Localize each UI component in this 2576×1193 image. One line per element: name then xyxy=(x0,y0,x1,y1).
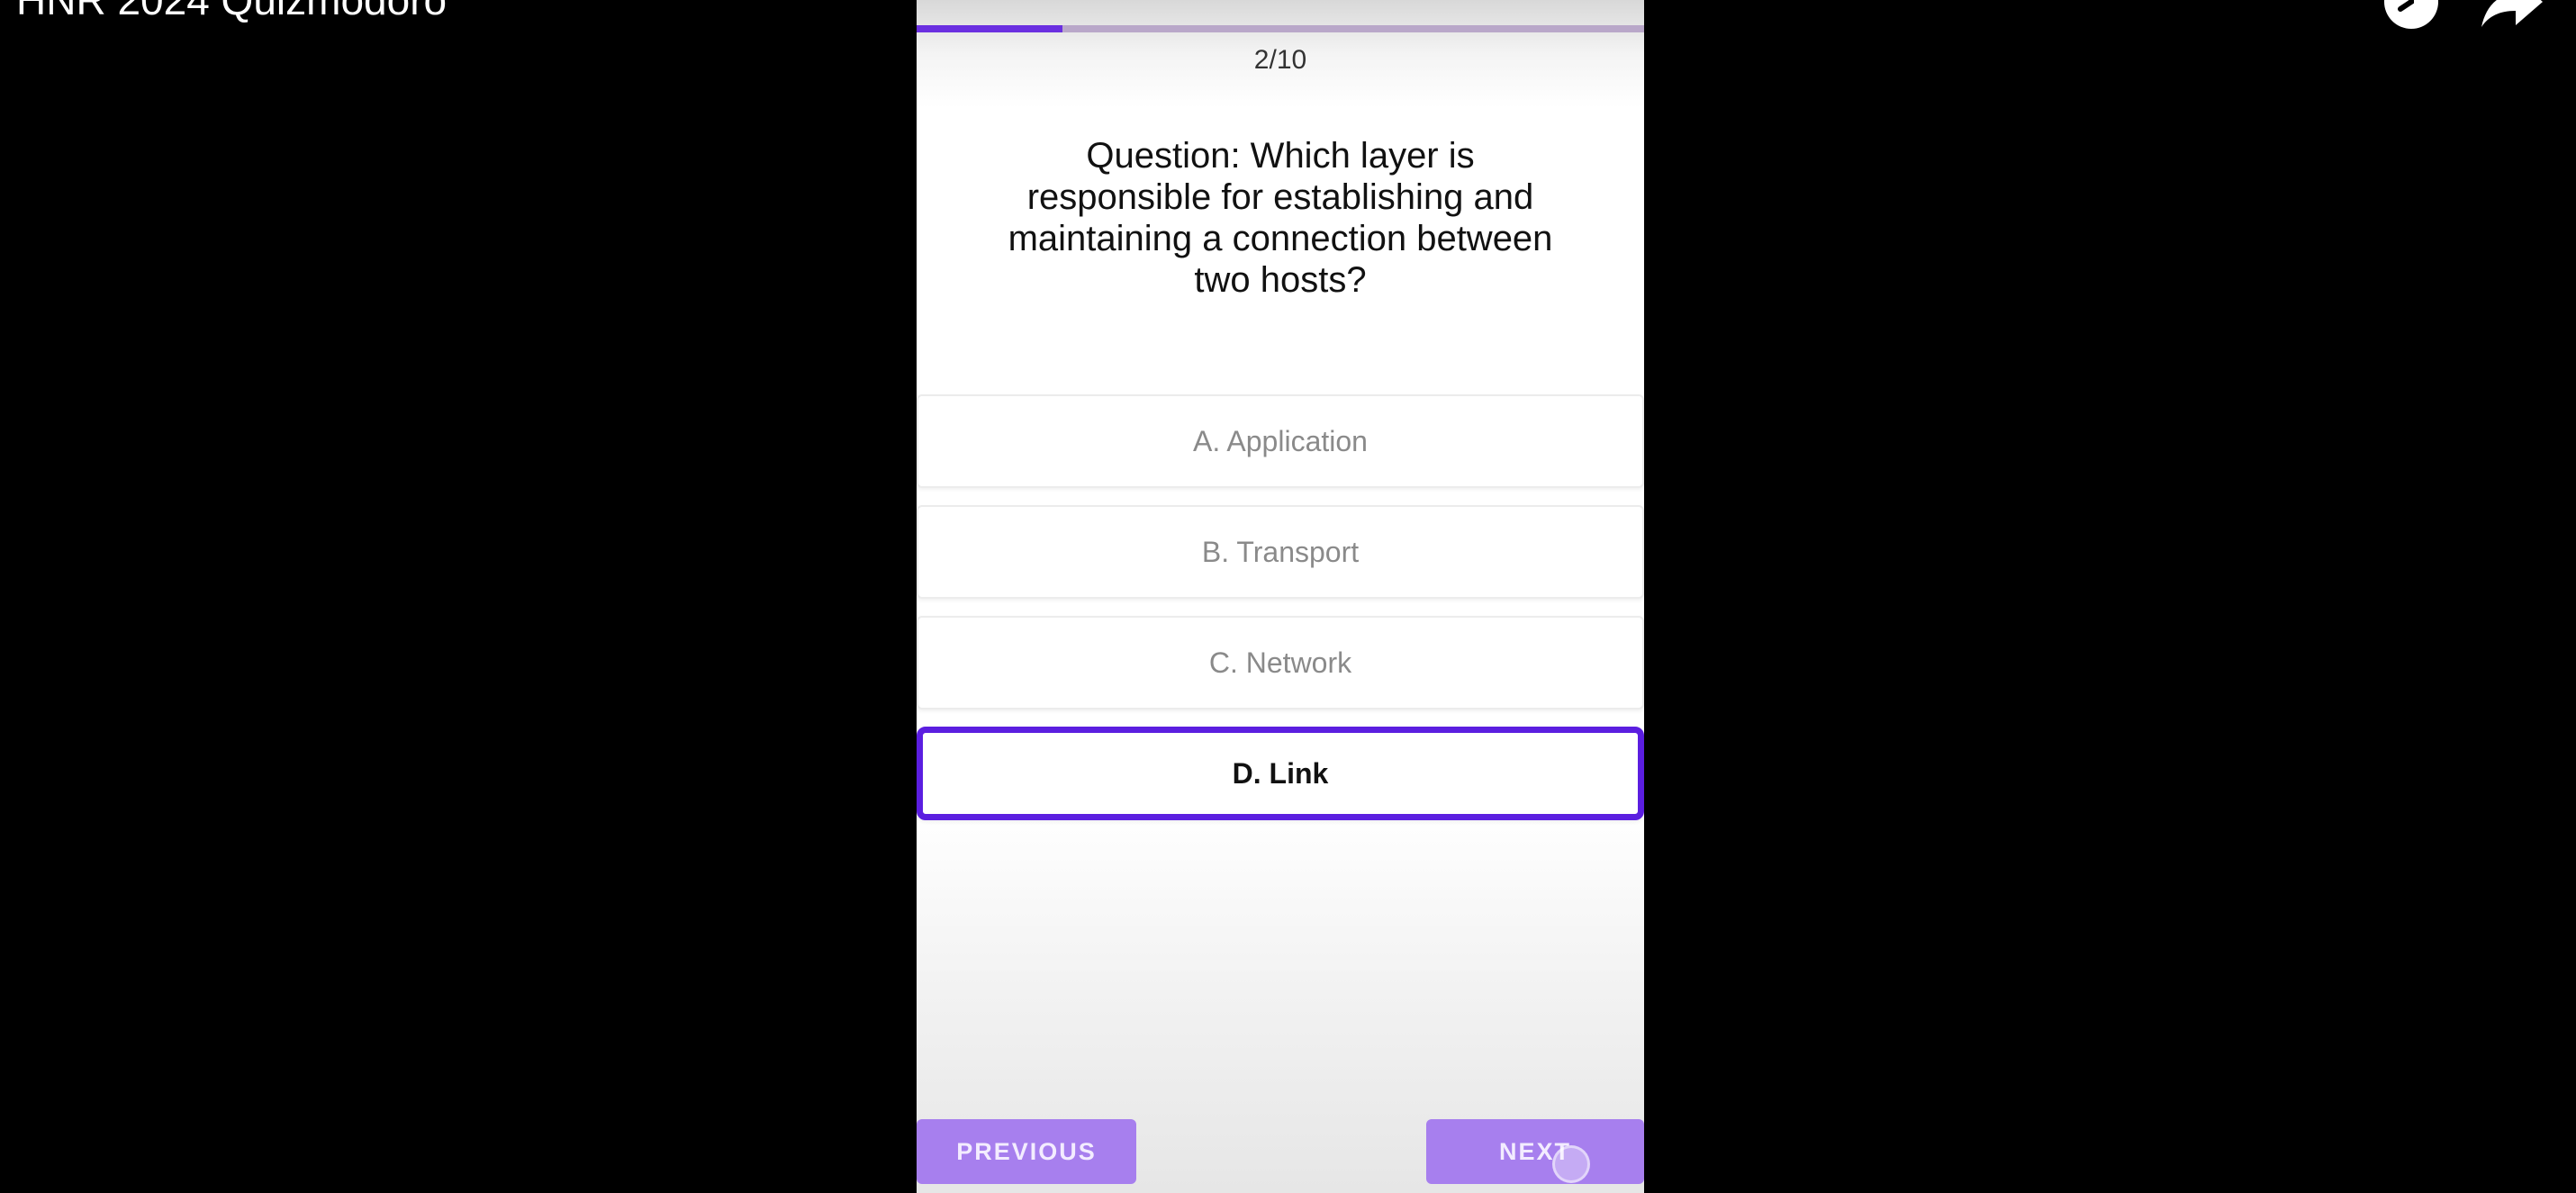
answer-option-label: C. Network xyxy=(1208,646,1352,679)
phone-screen: 2/10 Question: Which layer is responsibl… xyxy=(917,0,1644,1193)
answer-option-d[interactable]: D. Link xyxy=(917,727,1644,820)
share-icon[interactable] xyxy=(2480,0,2544,31)
answer-option-label: A. Application xyxy=(1193,424,1368,457)
clock-icon[interactable] xyxy=(2382,0,2440,31)
touch-indicator xyxy=(1552,1145,1590,1183)
answer-option-label: D. Link xyxy=(1232,756,1329,790)
previous-button[interactable]: PREVIOUS xyxy=(917,1119,1136,1184)
answer-option-label: B. Transport xyxy=(1201,535,1360,568)
video-player[interactable]: HNR 2024 Quizmodoro 2/10 Question: Which… xyxy=(0,0,2576,1193)
quiz-progress-bar xyxy=(917,25,1644,32)
answer-option-a[interactable]: A. Application xyxy=(917,394,1644,488)
quiz-progress-fill xyxy=(917,25,1062,32)
next-button[interactable]: NEXT xyxy=(1426,1119,1644,1184)
question-text: Question: Which layer is responsible for… xyxy=(1008,136,1553,300)
question-counter: 2/10 xyxy=(1253,45,1307,75)
answer-options: A. Application B. Transport C. Network D… xyxy=(917,394,1644,837)
answer-option-b[interactable]: B. Transport xyxy=(917,505,1644,599)
video-title: HNR 2024 Quizmodoro xyxy=(16,0,447,23)
answer-option-c[interactable]: C. Network xyxy=(917,616,1644,709)
